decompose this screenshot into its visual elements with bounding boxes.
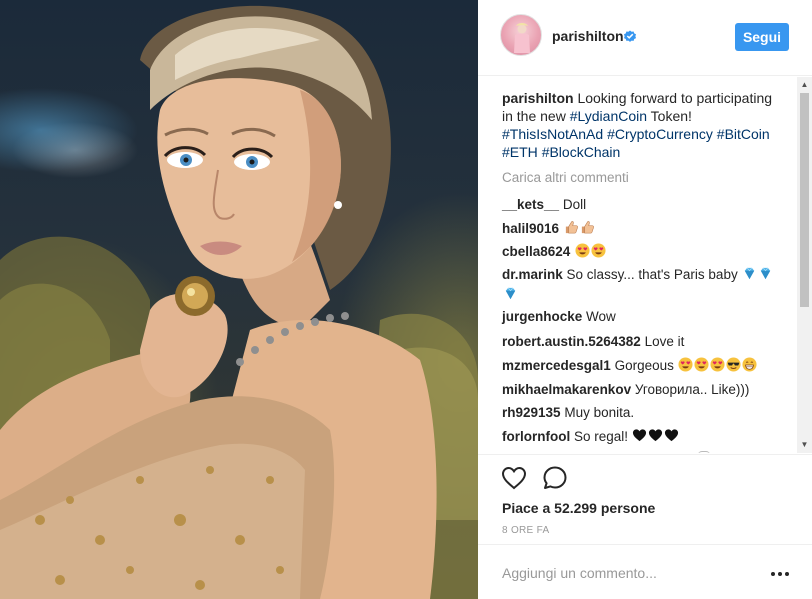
comment-text: Wow [586,309,616,324]
caption-author[interactable]: parishilton [502,90,574,106]
comment-username[interactable]: jurgenhocke [502,309,582,324]
black-heart-icon [664,428,679,448]
comment-username[interactable]: robert.austin.5264382 [502,334,641,349]
verified-badge-icon [624,30,636,42]
comment-row: forlornfool So regal! [502,428,777,448]
comment-username[interactable]: halil9016 [502,221,559,236]
comment-username[interactable]: cbella8624 [502,244,570,259]
scroll-up-arrow-icon[interactable]: ▲ [800,80,809,89]
comment-username[interactable]: __kets__ [502,197,559,212]
comment-row: __kets__ Doll [502,196,777,214]
hashtag-link[interactable]: #BitCoin [717,126,770,142]
heart-eyes-icon [575,243,590,263]
hashtag-link[interactable]: #ETH [502,144,538,160]
hashtag-link[interactable]: #LydianCoin [570,108,647,124]
gem-icon [742,266,757,286]
caption-segment: Token! [647,108,692,124]
comment-text: Gorgeous [614,358,674,373]
heart-outline-icon [501,466,527,489]
add-comment-section [478,544,812,599]
clipped-comment-edge [698,451,710,453]
follow-button[interactable]: Segui [735,23,789,51]
comment-username[interactable]: mzmercedesgal1 [502,358,611,373]
comment-username[interactable]: dr.marink [502,267,563,282]
gem-icon [758,266,773,286]
post-photo [0,0,478,599]
gem-icon [503,286,518,306]
heart-eyes-icon [678,357,693,377]
comment-row: cbella8624 [502,243,777,263]
thumbs-up-icon [580,220,595,240]
comment-username[interactable]: mikhaelmakarenkov [502,382,631,397]
comment-row: dr.marink So classy... that's Paris baby [502,266,777,306]
post-sidebar: parishilton Segui parishilton Looking fo… [478,0,812,599]
speech-bubble-icon [543,466,567,489]
comment-text: Уговорила.. Like))) [634,382,750,397]
comments-scrollbar[interactable]: ▲ ▼ [797,77,812,453]
comment-text: So regal! [574,429,629,444]
comment-text: So classy... that's Paris baby [566,267,738,282]
hashtag-link[interactable]: #BlockChain [542,144,621,160]
post-actions: Piace a 52.299 persone 8 ORE FA [478,454,812,544]
comment-row: mzmercedesgal1 Gorgeous [502,357,777,377]
thumbs-up-icon [564,220,579,240]
post-username[interactable]: parishilton [552,28,624,44]
heart-eyes-icon [710,357,725,377]
avatar[interactable] [500,14,542,56]
black-heart-icon [632,428,647,448]
like-button[interactable] [500,465,528,493]
more-options-icon [771,571,789,576]
comment-text: Doll [562,197,587,212]
comment-row: mikhaelmakarenkov Уговорила.. Like))) [502,381,777,399]
comment-username[interactable]: rh929135 [502,405,561,420]
likes-count[interactable]: Piace a 52.299 persone [502,500,655,516]
hashtag-link[interactable]: #ThisIsNotAnAd [502,126,603,142]
comment-username[interactable]: forlornfool [502,429,570,444]
comment-row: robert.austin.5264382 Love it [502,333,777,351]
comment-text: Love it [644,334,685,349]
comment-row: halil9016 [502,220,777,240]
heart-eyes-icon [591,243,606,263]
more-options-button[interactable] [768,561,792,583]
comment-input[interactable] [502,562,752,584]
portrait-illustration [0,5,478,599]
comment-text: Muy bonita. [564,405,635,420]
post-header: parishilton Segui [478,0,812,76]
post-caption: parishilton Looking forward to participa… [502,89,774,161]
heart-eyes-icon [694,357,709,377]
comment-row: jurgenhocke Wow [502,308,777,326]
scroll-thumb[interactable] [800,93,809,307]
post-timestamp[interactable]: 8 ORE FA [502,525,549,536]
black-heart-icon [648,428,663,448]
comment-button[interactable] [541,465,569,493]
load-more-comments[interactable]: Carica altri commenti [502,170,629,185]
avatar-figure-icon [514,23,530,53]
comment-row: rh929135 Muy bonita. [502,404,777,422]
hashtag-link[interactable]: #CryptoCurrency [607,126,713,142]
grin-icon [742,357,757,377]
sunglasses-face-icon [726,357,741,377]
scroll-down-arrow-icon[interactable]: ▼ [800,440,809,449]
comments-list[interactable]: parishilton Looking forward to participa… [478,77,812,453]
